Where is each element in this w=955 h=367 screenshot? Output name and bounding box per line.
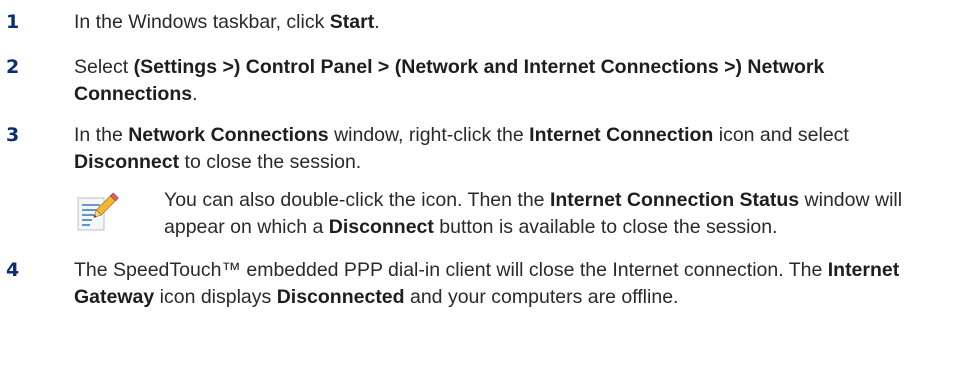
bold-term: Internet Connection Status xyxy=(549,189,800,211)
bold-term: Disconnect xyxy=(74,151,180,173)
text-run: icon and select xyxy=(713,124,849,146)
text-run: In the Windows taskbar, click xyxy=(74,11,330,33)
text-run: button is available to close the session… xyxy=(433,216,778,238)
text-run: You can also double-click the icon. Then… xyxy=(164,189,550,211)
text-run: . xyxy=(192,83,198,105)
bold-term: (Settings >) Control Panel > (Network an… xyxy=(74,56,825,105)
step-text: In the Network Connections window, right… xyxy=(74,122,944,176)
text-run: and your computers are offline. xyxy=(404,286,679,308)
text-run: The SpeedTouch™ embedded PPP dial-in cli… xyxy=(74,259,828,281)
step-number: 4 xyxy=(6,259,20,281)
step-text: The SpeedTouch™ embedded PPP dial-in cli… xyxy=(74,257,934,311)
text-run: window, right-click the xyxy=(328,124,530,146)
text-run: icon displays xyxy=(154,286,277,308)
text-run: In the xyxy=(74,124,129,146)
bold-term: Disconnected xyxy=(276,286,405,308)
text-run: . xyxy=(374,11,380,33)
text-run: Select xyxy=(74,56,134,78)
step-number: 2 xyxy=(6,56,20,78)
bold-term: Disconnect xyxy=(328,216,434,238)
bold-term: Start xyxy=(329,11,375,33)
bold-term: Internet Connection xyxy=(529,124,714,146)
note-pencil-icon xyxy=(74,190,122,238)
bold-term: Network Connections xyxy=(128,124,329,146)
step-text: In the Windows taskbar, click Start. xyxy=(74,9,944,36)
step-number: 3 xyxy=(6,124,20,146)
note-text: You can also double-click the icon. Then… xyxy=(164,187,954,241)
step-number: 1 xyxy=(6,11,20,33)
text-run: to close the session. xyxy=(179,151,362,173)
step-text: Select (Settings >) Control Panel > (Net… xyxy=(74,54,874,108)
